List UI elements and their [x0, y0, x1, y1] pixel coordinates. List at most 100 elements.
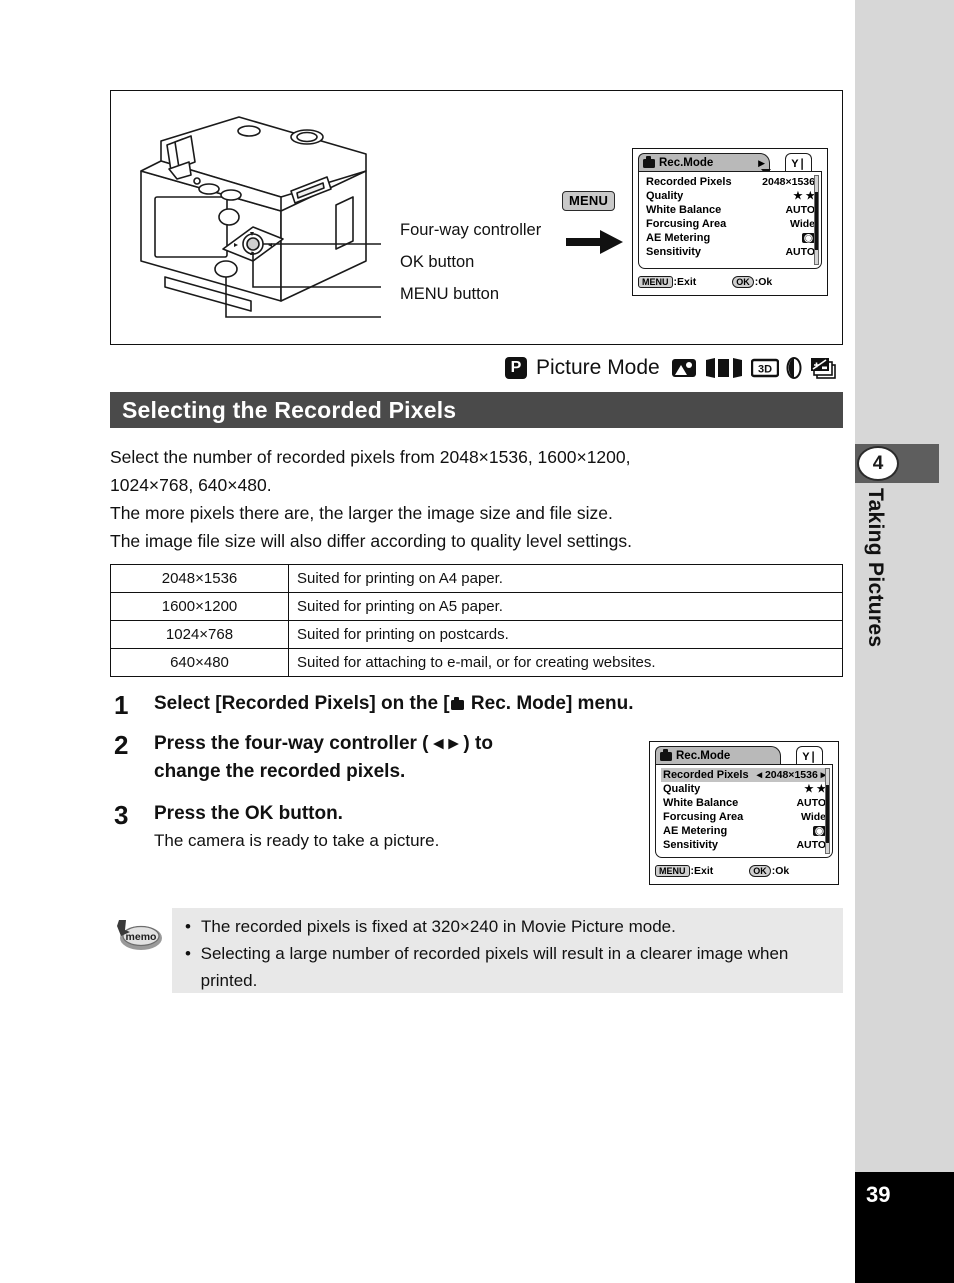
ok-keycap: OK [732, 276, 754, 288]
menu-row-value: AUTO [796, 839, 826, 851]
lcd-menu-screen-top: Rec.Mode ▶ Y❘ Recorded Pixels 2048×1536 … [632, 148, 828, 296]
chapter-number: 4 [857, 446, 899, 481]
menu-row[interactable]: Sensitivity AUTO [644, 245, 817, 259]
table-row: 1024×768 Suited for printing on postcard… [110, 620, 843, 649]
menu-row-value: 2048×1536 [762, 176, 815, 188]
exposure-bracket-icon [810, 358, 836, 379]
menu-key-action: :Exit [690, 865, 714, 877]
tools-icon: Y❘ [791, 157, 807, 170]
panorama-icon [705, 358, 742, 378]
picture-mode-label: Picture Mode [536, 356, 660, 379]
lcd-tab-rec-mode[interactable]: Rec.Mode ▶ [638, 153, 770, 172]
table-cell-description: Suited for printing on A4 paper. [288, 564, 843, 593]
chapter-title: Taking Pictures [864, 488, 887, 648]
ok-key-action: :Ok [771, 865, 790, 877]
chevron-right-icon: ▶ [758, 157, 765, 168]
menu-row-label: White Balance [663, 797, 739, 809]
menu-row-selected[interactable]: Recorded Pixels ◂ 2048×1536 ▸ [661, 768, 828, 782]
bullet-icon: • [185, 917, 191, 936]
menu-key-action: :Exit [673, 276, 697, 288]
menu-row-value: Wide [801, 811, 826, 823]
menu-row-label: Forcusing Area [663, 811, 744, 823]
lcd-tab-label: Rec.Mode [676, 750, 731, 762]
memo-list-item: • The recorded pixels is fixed at 320×24… [185, 913, 835, 940]
lcd-tab-setup[interactable]: Y❘ [796, 746, 823, 765]
menu-row-label: AE Metering [663, 825, 728, 837]
camera-icon [643, 155, 655, 168]
lcd-menu-list: Recorded Pixels ◂ 2048×1536 ▸ Quality ★ … [655, 764, 833, 858]
callout-menu-button: MENU button [400, 285, 500, 303]
menu-row[interactable]: Quality ★ ★ [661, 782, 828, 796]
menu-row-label: Sensitivity [663, 839, 719, 851]
table-cell-size: 1024×768 [110, 620, 289, 649]
intro-line-3: The more pixels there are, the larger th… [110, 503, 613, 523]
camera-icon [660, 748, 672, 761]
lcd-tab-setup[interactable]: Y❘ [785, 153, 812, 172]
tools-icon: Y❘ [802, 750, 818, 763]
lcd-tab-label: Rec.Mode [659, 157, 714, 169]
menu-row-label: Quality [646, 190, 684, 202]
menu-row-value: AUTO [796, 797, 826, 809]
svg-text:memo: memo [126, 931, 157, 943]
memo-item-text: Selecting a large number of recorded pix… [200, 944, 789, 990]
page-number: 39 [866, 1182, 891, 1207]
section-heading-bar: Selecting the Recorded Pixels [110, 392, 843, 428]
menu-row-label: AE Metering [646, 232, 711, 244]
callout-four-way-controller: Four-way controller [400, 221, 542, 239]
menu-row[interactable]: White Balance AUTO [644, 203, 817, 217]
step-number: 2 [114, 730, 129, 760]
table-row: 640×480 Suited for attaching to e-mail, … [110, 648, 843, 677]
callout-ok-button: OK button [400, 253, 475, 271]
ok-key-action: :Ok [754, 276, 773, 288]
bullet-icon: • [185, 944, 191, 963]
lcd-tab-row: Rec.Mode ▶ Y❘ [633, 149, 827, 172]
step-3: 3 Press the OK button. The camera is rea… [110, 800, 630, 854]
table-cell-size: 640×480 [110, 648, 289, 677]
step-subtext: The camera is ready to take a picture. [154, 831, 440, 850]
landscape-icon [671, 359, 696, 377]
scrollbar-thumb[interactable] [815, 192, 818, 250]
step-1: 1 Select [Recorded Pixels] on the [ Rec.… [110, 690, 840, 721]
memo-icon: memo [117, 920, 162, 950]
step-2: 2 Press the four-way controller ( ◂ ▸ ) … [110, 730, 630, 786]
lcd-tab-rec-mode[interactable]: Rec.Mode [655, 746, 781, 765]
lcd-tab-row: Rec.Mode Y❘ [650, 742, 838, 765]
menu-keycap: MENU [655, 865, 690, 877]
menu-row-label: Recorded Pixels [646, 176, 732, 188]
lcd-footer: MENU :Exit OK :Ok [655, 861, 833, 881]
table-cell-description: Suited for printing on postcards. [288, 620, 843, 649]
ok-keycap: OK [749, 865, 771, 877]
recorded-pixels-table: 2048×1536 Suited for printing on A4 pape… [110, 564, 843, 677]
menu-row[interactable]: Recorded Pixels 2048×1536 [644, 175, 817, 189]
menu-row[interactable]: AE Metering ◉ [644, 231, 817, 245]
menu-row-label: Sensitivity [646, 246, 702, 258]
menu-row-value: AUTO [785, 246, 815, 258]
menu-row-value: ◂ 2048×1536 ▸ [756, 769, 826, 781]
menu-row[interactable]: Forcusing Area Wide [644, 217, 817, 231]
lcd-menu-screen-bottom: Rec.Mode Y❘ Recorded Pixels ◂ 2048×1536 … [649, 741, 839, 885]
menu-row[interactable]: White Balance AUTO [661, 796, 828, 810]
3d-icon: 3D [750, 358, 779, 378]
intro-line-1: Select the number of recorded pixels fro… [110, 447, 631, 467]
step-number: 3 [114, 800, 129, 830]
camera-icon [450, 697, 464, 710]
menu-row[interactable]: AE Metering ◉ [661, 824, 828, 838]
lcd-footer: MENU :Exit OK :Ok [638, 272, 822, 292]
table-cell-size: 1600×1200 [110, 592, 289, 621]
scrollbar-thumb[interactable] [826, 785, 829, 843]
step-number: 1 [114, 690, 129, 720]
intro-line-4: The image file size will also differ acc… [110, 531, 633, 551]
table-row: 2048×1536 Suited for printing on A4 pape… [110, 564, 843, 593]
memo-item-text: The recorded pixels is fixed at 320×240 … [201, 917, 676, 936]
table-cell-size: 2048×1536 [110, 564, 289, 593]
menu-keycap: MENU [638, 276, 673, 288]
step-text-after: Rec. Mode] menu. [465, 693, 634, 714]
memo-list-item: • Selecting a large number of recorded p… [185, 940, 835, 994]
menu-row[interactable]: Sensitivity AUTO [661, 838, 828, 852]
menu-row-label: Forcusing Area [646, 218, 727, 230]
camera-illustration [140, 116, 381, 318]
menu-row[interactable]: Forcusing Area Wide [661, 810, 828, 824]
menu-row-value: AUTO [785, 204, 815, 216]
step-text: Press the OK button. [154, 803, 343, 824]
menu-row[interactable]: Quality ★ ★ [644, 189, 817, 203]
